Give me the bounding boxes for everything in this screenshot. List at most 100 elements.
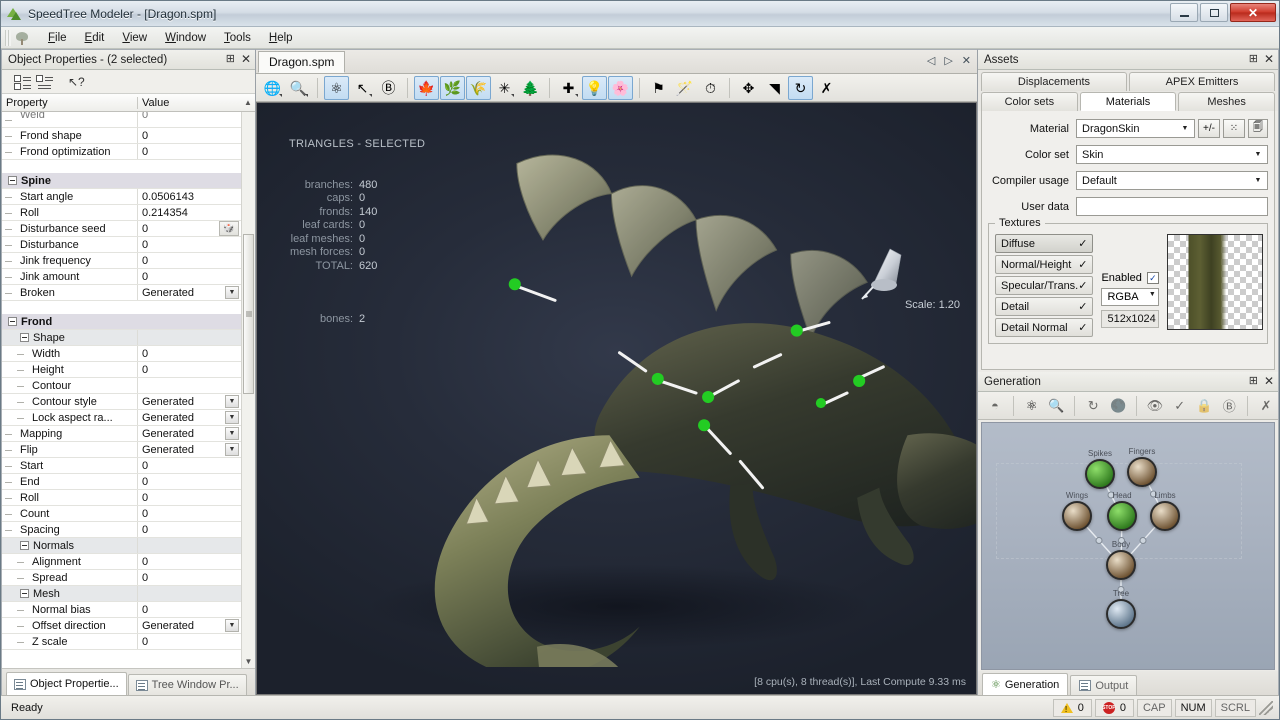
scroll-down-arrow[interactable]: ▼ [242,654,255,668]
generator-node-body[interactable] [1106,550,1136,580]
property-value[interactable]: Generated▼ [138,285,241,300]
property-row[interactable]: Shape [2,330,255,346]
error-indicator[interactable]: STOP 0 [1095,699,1134,717]
eye-button[interactable]: 👁 [1143,394,1167,418]
scroll-up-arrow[interactable]: ▲ [241,98,255,107]
collapse-expand-icon[interactable] [8,317,17,326]
show-branches-button[interactable]: 🌾 [466,76,491,100]
property-value[interactable]: 0.214354 [138,205,241,220]
property-value[interactable]: 0 [138,346,241,361]
move-tool-button[interactable]: ✥ [736,76,761,100]
material-options-button[interactable]: ⁙ [1223,119,1245,138]
rotate-tool-button[interactable]: ↻ [788,76,813,100]
randomize-seed-icon[interactable]: 🎲 [219,221,239,236]
property-row[interactable]: Width0 [2,346,255,362]
property-row[interactable]: Spacing0 [2,522,255,538]
alpha-button[interactable]: Ⓑ [1217,394,1241,418]
property-value[interactable]: 0 [138,144,241,159]
property-row[interactable]: FlipGenerated▼ [2,442,255,458]
chevron-down-icon[interactable]: ▼ [225,619,239,632]
property-value[interactable]: Generated▼ [138,618,241,633]
property-value[interactable]: 0 [138,554,241,569]
property-value[interactable]: 0 [138,458,241,473]
generator-node-fingers[interactable] [1127,457,1157,487]
chevron-down-icon[interactable]: ▼ [225,443,239,456]
generator-node-head[interactable] [1107,501,1137,531]
property-row[interactable]: Count0 [2,506,255,522]
scrollbar-thumb[interactable] [243,234,254,394]
chevron-down-icon[interactable]: ▼ [225,411,239,424]
texture-slot[interactable]: Detail Normal✓ [995,318,1093,337]
collapse-all-icon[interactable] [36,74,54,90]
property-row[interactable]: Spread0 [2,570,255,586]
tab-meshes[interactable]: Meshes [1178,92,1275,111]
timer-tool-button[interactable]: ⏱ [698,76,723,100]
close-button[interactable]: ✕ [1230,3,1276,22]
generation-pin-icon[interactable]: ⊞ [1249,374,1258,387]
chevron-down-icon[interactable]: ▼ [225,427,239,440]
property-row[interactable]: End0 [2,474,255,490]
property-row[interactable]: Frond [2,314,255,330]
property-row[interactable]: Normal bias0 [2,602,255,618]
property-value[interactable]: 0 [138,474,241,489]
node-select-tool-button[interactable]: ⚛ [324,76,349,100]
property-grid[interactable]: Weld0Frond shape0Frond optimization0Spin… [2,112,255,669]
generation-close-icon[interactable]: ✕ [1264,375,1274,387]
light-tool-button[interactable]: 💡 [582,76,607,100]
alpha-toggle-button[interactable]: Ⓑ [376,76,401,100]
scale-tool-button[interactable]: ◥ [762,76,787,100]
zoom-button[interactable]: 🔍 [1045,394,1069,418]
menu-item-file[interactable]: File [39,29,76,47]
user-data-input[interactable] [1076,197,1268,216]
menu-item-help[interactable]: Help [260,29,302,47]
tab-materials[interactable]: Materials [1080,92,1177,111]
delete-tool-button[interactable]: ✗ [814,76,839,100]
property-value[interactable]: 0 [138,570,241,585]
collapse-expand-icon[interactable] [20,541,29,550]
dropdown-corner-icon[interactable] [575,94,578,97]
chevron-down-icon[interactable]: ▼ [1250,173,1266,188]
chevron-down-icon[interactable]: ▼ [225,395,239,408]
chevron-down-icon[interactable]: ▼ [1250,147,1266,162]
property-value[interactable]: 0🎲 [138,221,241,236]
lock-button[interactable]: 🔒 [1193,394,1217,418]
property-row[interactable]: Frond shape0 [2,128,255,144]
arrow-select-tool-button[interactable]: ↖ [350,76,375,100]
property-value[interactable]: 0.0506143 [138,189,241,204]
property-value[interactable]: 0 [138,506,241,521]
property-row[interactable]: Height0 [2,362,255,378]
property-row[interactable]: Alignment0 [2,554,255,570]
show-fronds-button[interactable]: 🌿 [440,76,465,100]
tab-tree-window-properties[interactable]: Tree Window Pr... [128,674,247,695]
chevron-down-icon[interactable]: ▼ [1177,121,1193,136]
enabled-checkbox[interactable]: ✓ [1147,272,1159,284]
menu-grip-handle[interactable] [5,30,11,46]
collapse-expand-icon[interactable] [8,176,17,185]
property-row[interactable]: Offset directionGenerated▼ [2,618,255,634]
add-node-button[interactable]: ✚ [556,76,581,100]
material-combo[interactable]: DragonSkin ▼ [1076,119,1195,138]
property-value[interactable]: 0 [138,490,241,505]
menu-item-view[interactable]: View [113,29,156,47]
tab-apex-emitters[interactable]: APEX Emitters [1129,72,1275,91]
menu-item-window[interactable]: Window [156,29,215,47]
property-value[interactable]: 0 [138,522,241,537]
close-icon[interactable]: ✕ [241,53,251,65]
compiler-usage-combo[interactable]: Default ▼ [1076,171,1268,190]
menu-item-edit[interactable]: Edit [76,29,114,47]
tab-color-sets[interactable]: Color sets [981,92,1078,111]
tab-object-properties[interactable]: Object Propertie... [6,672,127,695]
delete-button[interactable]: ✗ [1254,394,1278,418]
property-scrollbar[interactable]: ▼ [241,112,255,668]
property-value[interactable]: 0 [138,269,241,284]
property-row[interactable]: Lock aspect ra...Generated▼ [2,410,255,426]
check-button[interactable]: ✓ [1168,394,1192,418]
property-row[interactable]: Jink amount0 [2,269,255,285]
property-row[interactable]: Spine [2,173,255,189]
expand-all-icon[interactable] [14,74,32,90]
property-value[interactable]: 0 [138,237,241,252]
property-row[interactable]: MappingGenerated▼ [2,426,255,442]
color-tool-button[interactable]: 🌸 [608,76,633,100]
menu-item-tools[interactable]: Tools [215,29,260,47]
texture-slot[interactable]: Detail✓ [995,297,1093,316]
